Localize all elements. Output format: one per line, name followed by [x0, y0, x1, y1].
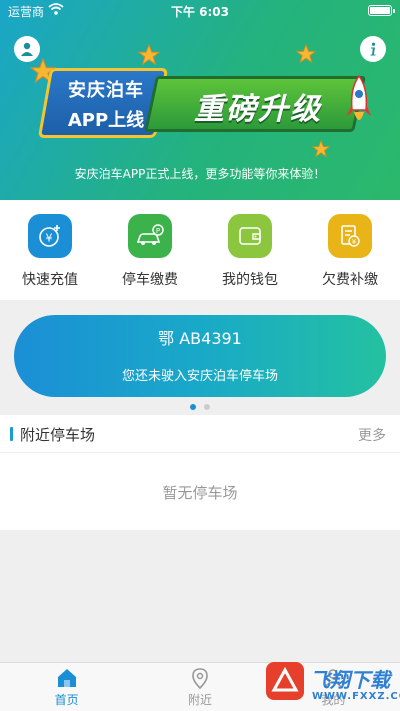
home-icon: [57, 669, 76, 687]
arrears-icon: ¥: [328, 214, 372, 258]
nearby-empty-message: 暂无停车场: [162, 484, 238, 502]
star-icon: [312, 140, 330, 158]
parking-payment-label: 停车缴费: [122, 272, 178, 288]
carousel-dot-active: [190, 404, 196, 410]
hero-subtitle: 安庆泊车APP正式上线，更多功能等你来体验！: [74, 167, 326, 181]
hero-headline: 重磅升级: [194, 92, 322, 127]
recharge-label: 快速充值: [22, 272, 78, 288]
tab-home-label: 首页: [54, 693, 79, 707]
quick-actions: ¥ 快速充值 P 停车缴费 我的钱包 ¥ 欠费补缴: [0, 200, 400, 300]
hero-banner[interactable]: 运营商 下午 6:03 安庆泊车 APP上线 重磅升级 安庆泊车APP正式上线，…: [0, 0, 400, 200]
hero-badge-line1: 安庆泊车: [68, 80, 144, 101]
info-icon: [370, 42, 376, 56]
tab-nearby-label: 附近: [187, 693, 212, 707]
nearby-title: 附近停车场: [20, 426, 96, 444]
nearby-header: 附近停车场 更多: [0, 415, 400, 453]
tab-home[interactable]: 首页: [0, 663, 133, 711]
info-button[interactable]: [360, 36, 386, 62]
watermark-logo-icon: [266, 662, 304, 700]
tab-nearby[interactable]: 附近: [133, 663, 266, 711]
vehicle-card[interactable]: 鄂 AB4391 您还未驶入安庆泊车停车场: [14, 315, 386, 397]
star-icon: [138, 44, 160, 66]
license-plate: 鄂 AB4391: [158, 329, 242, 348]
watermark: 飞翔下载 WWW.FXXZ.COM: [266, 660, 400, 711]
carousel-dot: [204, 404, 210, 410]
arrears-label: 欠费补缴: [322, 272, 378, 288]
wallet-label: 我的钱包: [222, 272, 278, 288]
location-pin-icon: [192, 668, 208, 689]
watermark-url: WWW.FXXZ.COM: [312, 691, 400, 702]
section-accent-bar: [10, 427, 13, 441]
wallet-icon: [228, 214, 272, 258]
recharge-button[interactable]: ¥ 快速充值: [0, 200, 100, 300]
recharge-icon: ¥: [28, 214, 72, 258]
wallet-button[interactable]: 我的钱包: [200, 200, 300, 300]
svg-text:¥: ¥: [352, 238, 357, 246]
svg-text:P: P: [156, 227, 160, 235]
clock: 下午 6:03: [170, 5, 230, 19]
hero-badge-line2: APP上线: [67, 110, 145, 131]
svg-text:¥: ¥: [46, 232, 53, 245]
nearby-parking-section: 附近停车场 更多 暂无停车场: [0, 415, 400, 530]
vehicle-status-message: 您还未驶入安庆泊车停车场: [121, 369, 278, 384]
arrears-button[interactable]: ¥ 欠费补缴: [300, 200, 400, 300]
star-icon: [296, 44, 316, 64]
parking-payment-icon: P: [128, 214, 172, 258]
user-icon: [21, 42, 33, 56]
rocket-icon: [347, 74, 371, 120]
battery-icon: [368, 5, 395, 16]
parking-payment-button[interactable]: P 停车缴费: [100, 200, 200, 300]
status-bar: 运营商 下午 6:03: [0, 0, 400, 22]
watermark-text: 飞翔下载: [310, 668, 390, 692]
nearby-more-link[interactable]: 更多: [358, 425, 386, 445]
carousel-indicator: [0, 404, 400, 410]
